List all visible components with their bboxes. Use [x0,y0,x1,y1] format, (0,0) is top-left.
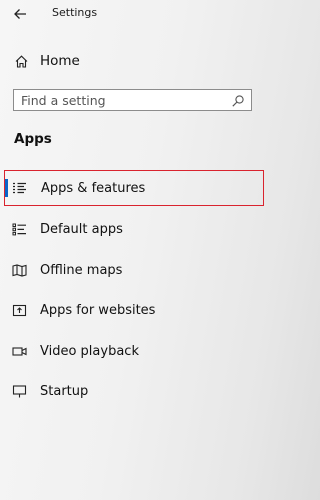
search-icon[interactable] [231,93,245,107]
sidebar-item-label: Offline maps [40,262,123,278]
sidebar-item-default-apps[interactable]: Default apps [0,211,269,247]
sidebar-item-offline-maps[interactable]: Offline maps [0,252,269,288]
title-bar: Settings [0,0,269,30]
search-box[interactable] [13,89,252,111]
startup-icon [11,384,27,398]
sidebar-item-label: Apps for websites [40,302,156,318]
back-button[interactable] [8,4,32,24]
sidebar-item-label: Startup [40,383,89,399]
sidebar-item-apps-for-websites[interactable]: Apps for websites [0,292,269,328]
sidebar-item-video-playback[interactable]: Video playback [0,333,269,369]
search-input[interactable] [21,92,221,108]
sidebar-item-label: Video playback [40,343,139,359]
apps-websites-icon [11,303,27,317]
home-link[interactable]: Home [0,47,269,75]
apps-features-icon [11,181,27,195]
offline-maps-icon [11,263,27,277]
window-title: Settings [52,6,98,19]
home-label: Home [40,53,80,69]
section-title: Apps [14,131,52,147]
sidebar-item-apps-features[interactable]: Apps & features [0,170,269,206]
sidebar-item-label: Apps & features [41,180,146,196]
back-arrow-icon [13,8,27,20]
video-playback-icon [11,344,27,358]
sidebar-item-startup[interactable]: Startup [0,373,269,409]
home-icon [14,54,28,68]
sidebar-item-label: Default apps [40,221,123,237]
default-apps-icon [11,222,27,236]
